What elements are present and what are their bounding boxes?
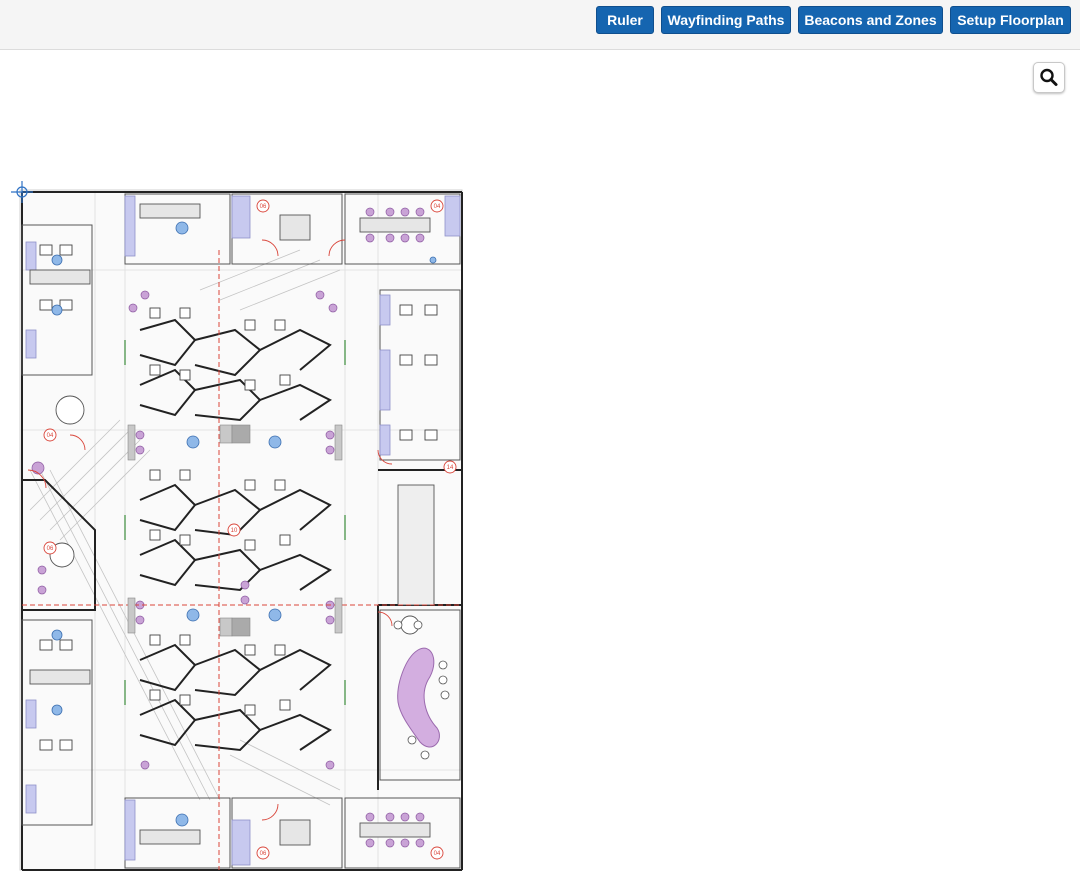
floorplan-image: 06 04 04 14 10 06 06 04 [19,189,463,871]
ruler-button[interactable]: Ruler [596,6,654,34]
crosshair-icon [11,181,33,203]
room-number-tag: 04 [434,851,441,857]
room-number-tag: 04 [434,204,441,210]
setup-floorplan-button[interactable]: Setup Floorplan [950,6,1071,34]
room-number-tag: 14 [447,465,454,471]
wayfinding-paths-button[interactable]: Wayfinding Paths [661,6,791,34]
room-number-tag: 06 [47,546,54,552]
room-number-tag: 10 [231,528,238,534]
beacons-and-zones-button[interactable]: Beacons and Zones [798,6,943,34]
top-toolbar: Ruler Wayfinding Paths Beacons and Zones… [0,0,1080,50]
magnifier-icon [1040,68,1058,86]
room-number-tag: 06 [260,204,267,210]
room-number-tag: 04 [47,433,54,439]
zoom-button[interactable] [1033,62,1065,93]
room-number-tag: 06 [260,851,267,857]
